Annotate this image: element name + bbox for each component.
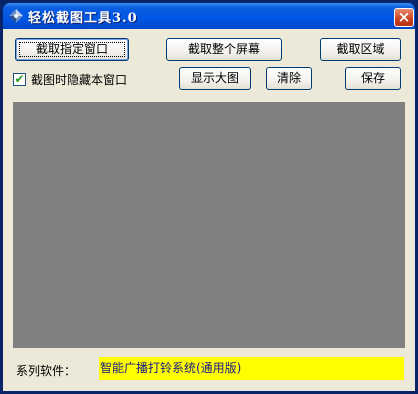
clear-button[interactable]: 清除 (266, 67, 312, 90)
app-window: 轻松截图工具3.0 × 截取指定窗口 截取整个屏幕 截取区域 ✔ 截图时隐藏本窗… (0, 0, 418, 394)
client-area: 截取指定窗口 截取整个屏幕 截取区域 ✔ 截图时隐藏本窗口 显示大图 清除 保存… (3, 29, 415, 391)
save-button[interactable]: 保存 (345, 67, 401, 90)
screenshot-preview (13, 102, 405, 348)
series-software-link[interactable]: 智能广播打铃系统(通用版) (99, 357, 404, 380)
camera-app-icon (9, 9, 23, 23)
show-large-button[interactable]: 显示大图 (179, 67, 251, 90)
series-software-label: 系列软件： (16, 364, 77, 378)
hide-window-label: 截图时隐藏本窗口 (31, 72, 128, 87)
close-icon: × (397, 8, 411, 26)
capture-window-button[interactable]: 截取指定窗口 (15, 38, 129, 61)
window-title: 轻松截图工具3.0 (28, 11, 138, 26)
capture-screen-button[interactable]: 截取整个屏幕 (166, 38, 282, 61)
capture-window-label: 截取指定窗口 (35, 42, 108, 56)
capture-region-button[interactable]: 截取区域 (320, 38, 401, 61)
hide-window-option[interactable]: ✔ 截图时隐藏本窗口 (13, 71, 127, 87)
checkmark-icon: ✔ (14, 71, 25, 86)
hide-window-checkbox[interactable]: ✔ (13, 71, 26, 86)
close-button[interactable]: × (394, 8, 414, 27)
title-bar[interactable]: 轻松截图工具3.0 × (3, 3, 415, 29)
